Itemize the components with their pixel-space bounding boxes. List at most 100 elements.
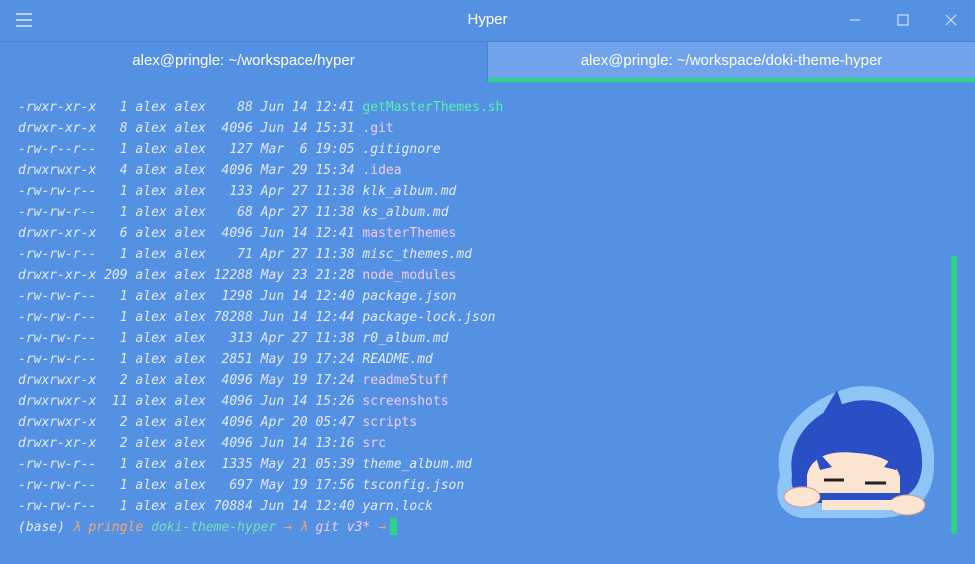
file-date: Jun 14 12:40 [260, 289, 355, 304]
file-size: 88 [213, 100, 253, 115]
file-name: .gitignore [362, 142, 441, 157]
listing-row: -rw-rw-r-- 1 alex alex 133 Apr 27 11:38 … [18, 181, 948, 202]
tab-doki-theme-hyper[interactable]: alex@pringle: ~/workspace/doki-theme-hyp… [488, 42, 975, 82]
file-name: misc_themes.md [362, 247, 472, 262]
file-name: node_modules [362, 268, 457, 283]
file-group: alex [174, 352, 206, 367]
file-group: alex [174, 268, 206, 283]
file-group: alex [174, 289, 206, 304]
listing-row: -rw-rw-r-- 1 alex alex 78288 Jun 14 12:4… [18, 307, 948, 328]
file-permissions: drwxr-xr-x [18, 268, 97, 283]
listing-row: -rwxr-xr-x 1 alex alex 88 Jun 14 12:41 g… [18, 97, 948, 118]
minimize-icon[interactable] [845, 10, 865, 30]
file-permissions: -rw-r--r-- [18, 142, 97, 157]
file-name: .git [362, 121, 394, 136]
file-size: 697 [213, 478, 253, 493]
file-links: 1 [104, 457, 128, 472]
file-date: Jun 14 15:31 [260, 121, 355, 136]
listing-row: -rw-rw-r-- 1 alex alex 71 Apr 27 11:38 m… [18, 244, 948, 265]
tab-hyper[interactable]: alex@pringle: ~/workspace/hyper [0, 42, 488, 82]
file-permissions: -rw-rw-r-- [18, 331, 97, 346]
file-permissions: -rw-rw-r-- [18, 289, 97, 304]
prompt-arrow-2: → [378, 520, 386, 535]
file-permissions: -rw-rw-r-- [18, 499, 97, 514]
file-group: alex [174, 226, 206, 241]
file-date: Mar 29 15:34 [260, 163, 355, 178]
file-date: Jun 14 13:16 [260, 436, 355, 451]
file-name: klk_album.md [362, 184, 457, 199]
file-group: alex [174, 100, 206, 115]
scrollbar[interactable] [951, 256, 957, 534]
file-date: Jun 14 12:44 [260, 310, 355, 325]
file-date: May 19 17:24 [260, 352, 355, 367]
listing-row: drwxr-xr-x 209 alex alex 12288 May 23 21… [18, 265, 948, 286]
file-date: May 19 17:56 [260, 478, 355, 493]
file-links: 1 [104, 205, 128, 220]
file-permissions: drwxrwxr-x [18, 415, 97, 430]
file-permissions: drwxr-xr-x [18, 436, 97, 451]
file-permissions: drwxrwxr-x [18, 373, 97, 388]
file-name: r0_album.md [362, 331, 449, 346]
prompt-directory: doki-theme-hyper [151, 520, 277, 535]
maximize-icon[interactable] [893, 10, 913, 30]
file-size: 133 [213, 184, 253, 199]
file-permissions: -rw-rw-r-- [18, 184, 97, 199]
listing-row: drwxr-xr-x 6 alex alex 4096 Jun 14 12:41… [18, 223, 948, 244]
file-links: 1 [104, 352, 128, 367]
file-size: 78288 [213, 310, 253, 325]
file-date: Apr 27 11:38 [260, 247, 355, 262]
prompt-git-branch: git v3* [315, 520, 371, 535]
file-name: src [362, 436, 386, 451]
file-name: theme_album.md [362, 457, 472, 472]
file-date: Apr 27 11:38 [260, 205, 355, 220]
file-owner: alex [135, 184, 167, 199]
file-date: Jun 14 12:41 [260, 100, 355, 115]
file-owner: alex [135, 100, 167, 115]
file-size: 2851 [213, 352, 253, 367]
file-permissions: drwxrwxr-x [18, 163, 97, 178]
close-icon[interactable] [941, 10, 961, 30]
file-size: 4096 [213, 394, 253, 409]
listing-row: -rw-rw-r-- 1 alex alex 313 Apr 27 11:38 … [18, 328, 948, 349]
file-date: Apr 27 11:38 [260, 331, 355, 346]
file-date: Jun 14 15:26 [260, 394, 355, 409]
file-group: alex [174, 415, 206, 430]
file-group: alex [174, 331, 206, 346]
file-size: 1298 [213, 289, 253, 304]
file-group: alex [174, 121, 206, 136]
listing-row: -rw-rw-r-- 1 alex alex 2851 May 19 17:24… [18, 349, 948, 370]
file-date: Apr 27 11:38 [260, 184, 355, 199]
file-links: 1 [104, 289, 128, 304]
anime-sticker-image [777, 386, 935, 519]
tab-bar: alex@pringle: ~/workspace/hyper alex@pri… [0, 42, 975, 82]
file-owner: alex [135, 247, 167, 262]
file-size: 127 [213, 142, 253, 157]
file-links: 2 [104, 373, 128, 388]
file-links: 209 [104, 268, 128, 283]
file-group: alex [174, 142, 206, 157]
file-permissions: -rw-rw-r-- [18, 247, 97, 262]
file-group: alex [174, 163, 206, 178]
file-permissions: -rw-rw-r-- [18, 457, 97, 472]
file-name: .idea [362, 163, 402, 178]
file-group: alex [174, 247, 206, 262]
file-links: 1 [104, 100, 128, 115]
file-size: 1335 [213, 457, 253, 472]
file-name: package-lock.json [362, 310, 496, 325]
file-group: alex [174, 373, 206, 388]
file-owner: alex [135, 436, 167, 451]
file-permissions: -rw-rw-r-- [18, 310, 97, 325]
file-name: readmeStuff [362, 373, 449, 388]
file-links: 1 [104, 142, 128, 157]
file-links: 1 [104, 478, 128, 493]
prompt-host: pringle [88, 520, 144, 535]
file-owner: alex [135, 289, 167, 304]
file-name: scripts [362, 415, 418, 430]
file-group: alex [174, 184, 206, 199]
file-date: May 21 05:39 [260, 457, 355, 472]
file-owner: alex [135, 121, 167, 136]
listing-row: drwxr-xr-x 8 alex alex 4096 Jun 14 15:31… [18, 118, 948, 139]
file-size: 71 [213, 247, 253, 262]
file-group: alex [174, 394, 206, 409]
file-name: screenshots [362, 394, 449, 409]
